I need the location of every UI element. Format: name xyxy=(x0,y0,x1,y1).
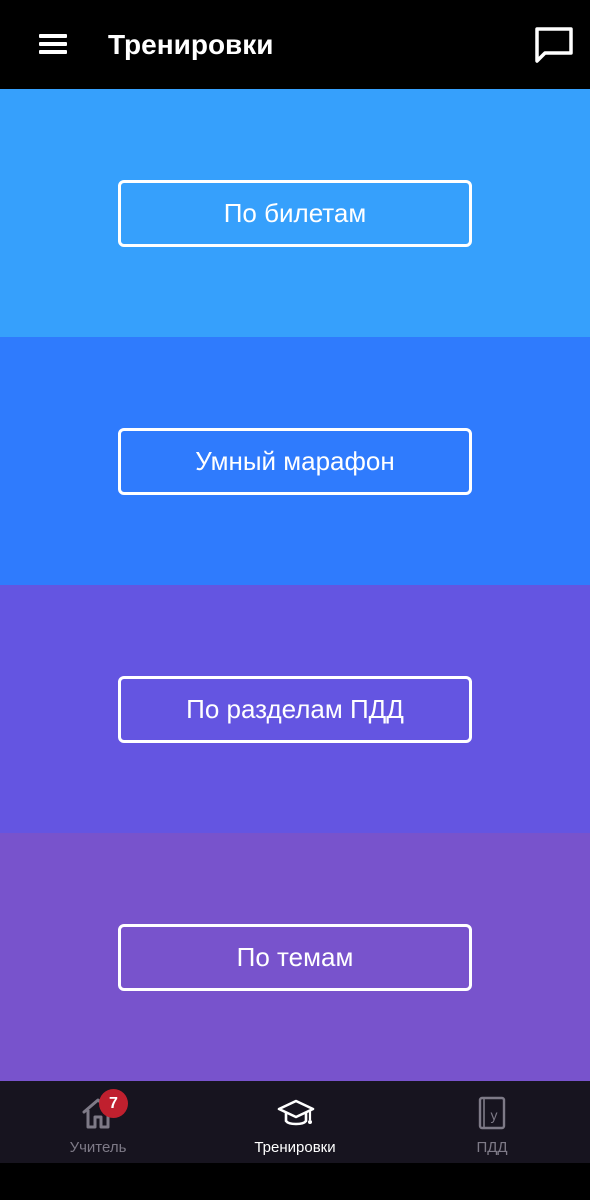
section-smart-marathon: Умный марафон xyxy=(0,337,590,585)
book-icon: у xyxy=(474,1095,510,1131)
notification-badge: 7 xyxy=(99,1089,128,1118)
smart-marathon-button[interactable]: Умный марафон xyxy=(118,428,472,495)
graduation-cap-icon xyxy=(277,1095,315,1131)
app-root: Тренировки По билетам Умный марафон По р… xyxy=(0,0,590,1200)
top-app-bar: Тренировки xyxy=(0,0,590,89)
chat-bubble-icon[interactable] xyxy=(532,24,576,66)
nav-label-pdd: ПДД xyxy=(476,1139,508,1156)
by-pdd-sections-button[interactable]: По разделам ПДД xyxy=(118,676,472,743)
nav-label-teacher: Учитель xyxy=(69,1139,127,1156)
bottom-navigation: 7 Учитель Тренировки у ПДД xyxy=(0,1081,590,1163)
nav-item-pdd[interactable]: у ПДД xyxy=(394,1081,590,1163)
menu-line xyxy=(39,34,67,38)
nav-label-trainings: Тренировки xyxy=(254,1139,336,1156)
menu-line xyxy=(39,42,67,46)
page-title: Тренировки xyxy=(108,29,274,60)
menu-line xyxy=(39,50,67,54)
system-navigation-strip xyxy=(0,1163,590,1200)
section-pdd-chapters: По разделам ПДД xyxy=(0,585,590,833)
nav-item-teacher[interactable]: 7 Учитель xyxy=(0,1081,196,1163)
by-tickets-button[interactable]: По билетам xyxy=(118,180,472,247)
section-tickets: По билетам xyxy=(0,89,590,337)
section-topics: По темам xyxy=(0,833,590,1081)
nav-item-trainings[interactable]: Тренировки xyxy=(197,1081,393,1163)
by-topics-button[interactable]: По темам xyxy=(118,924,472,991)
book-letter: у xyxy=(491,1107,498,1123)
hamburger-menu-icon[interactable] xyxy=(36,30,70,58)
